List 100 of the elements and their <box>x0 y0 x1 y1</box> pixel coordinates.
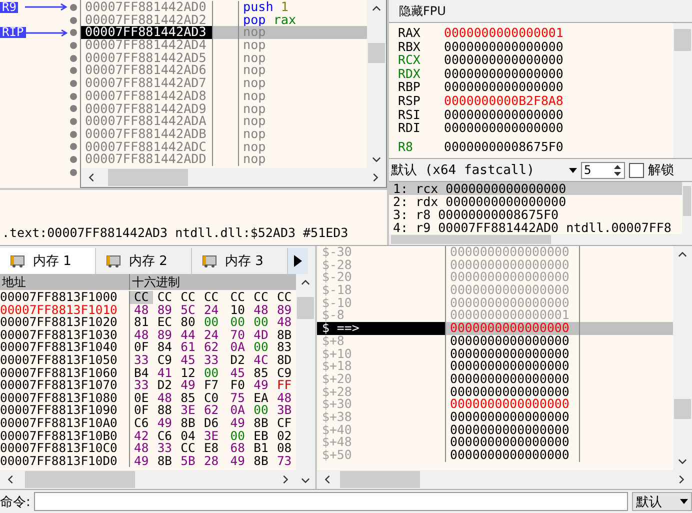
scrollbar-thumb[interactable] <box>297 297 314 319</box>
hex-byte[interactable]: 00 <box>249 341 273 354</box>
scroll-down-icon[interactable] <box>678 457 687 466</box>
hex-byte[interactable]: F7 <box>200 379 223 392</box>
hex-byte[interactable]: 48 <box>130 328 153 342</box>
hex-byte[interactable]: 02 <box>272 430 296 442</box>
hex-byte[interactable]: 49 <box>176 379 200 392</box>
hex-byte[interactable]: CC <box>200 291 223 304</box>
hex-byte[interactable]: 49 <box>153 416 176 430</box>
instruction-row[interactable]: 00007FF881442AD4 nop <box>81 39 367 52</box>
hex-byte[interactable]: 0A <box>226 404 250 417</box>
hex-byte[interactable]: 84 <box>153 341 176 354</box>
hex-byte[interactable]: 10 <box>226 304 250 316</box>
hex-byte[interactable]: B4 <box>130 366 153 380</box>
instruction-row[interactable]: 00007FF881442AD0 push 1 <box>81 1 367 14</box>
hex-byte[interactable]: 12 <box>176 366 200 380</box>
hex-byte[interactable]: 8B <box>272 328 296 342</box>
hex-byte[interactable]: 8B <box>249 454 273 468</box>
hex-byte[interactable]: 83 <box>272 341 296 354</box>
breakpoint-dot[interactable] <box>70 80 77 87</box>
hex-byte[interactable]: CC <box>176 442 200 455</box>
hex-byte[interactable]: 00 <box>226 430 250 442</box>
hex-byte[interactable]: 48 <box>249 304 273 316</box>
horizontal-scrollbar[interactable] <box>81 168 386 187</box>
hex-byte[interactable]: 48 <box>272 392 296 404</box>
hex-byte[interactable]: CC <box>176 291 200 304</box>
command-mode-dropdown[interactable]: 默认 <box>632 492 692 511</box>
hex-byte[interactable]: 89 <box>272 304 296 316</box>
hex-byte[interactable]: 8B <box>249 416 273 430</box>
hex-byte[interactable]: 3E <box>200 430 223 442</box>
command-field[interactable] <box>34 492 628 511</box>
scroll-left-icon[interactable] <box>87 173 96 182</box>
hex-byte[interactable]: 48 <box>153 392 176 404</box>
hex-byte[interactable]: 33 <box>130 379 153 392</box>
scroll-left-icon[interactable] <box>6 475 15 484</box>
instruction-row[interactable]: 00007FF881442AD8 nop <box>81 90 367 102</box>
register-value[interactable]: 0000000000000000 <box>444 80 564 94</box>
breakpoint-dot[interactable] <box>70 54 77 62</box>
register-value[interactable]: 0000000000000001 <box>444 26 564 40</box>
scroll-right-icon[interactable] <box>281 475 290 484</box>
hex-byte[interactable]: 33 <box>200 354 223 367</box>
hex-byte[interactable]: E8 <box>200 442 223 455</box>
hex-byte[interactable]: 45 <box>226 366 250 380</box>
register-value[interactable]: 0000000000000000 <box>444 66 564 80</box>
scroll-left-icon[interactable] <box>323 475 332 484</box>
hex-byte[interactable]: 4D <box>249 328 273 342</box>
horizontal-scrollbar[interactable] <box>389 234 682 245</box>
hex-byte[interactable]: 48 <box>130 442 153 455</box>
hex-byte[interactable]: 0F <box>130 404 153 417</box>
breakpoint-dot[interactable] <box>70 42 77 49</box>
hex-byte[interactable]: CC <box>226 291 250 304</box>
hex-byte[interactable]: 8B <box>153 454 176 468</box>
stack-row[interactable]: $+18 0000000000000000 <box>317 360 673 373</box>
hex-byte[interactable]: 0F <box>130 341 153 354</box>
hex-byte[interactable]: 44 <box>176 328 200 342</box>
hex-byte[interactable]: 24 <box>200 304 223 316</box>
hex-byte[interactable]: 68 <box>226 442 250 455</box>
stack-row[interactable]: $+10 0000000000000000 <box>317 348 673 360</box>
hex-byte[interactable]: FF <box>272 379 296 392</box>
hex-byte[interactable]: 62 <box>200 404 223 417</box>
hex-byte[interactable]: 28 <box>200 454 223 468</box>
vertical-scrollbar[interactable] <box>673 23 692 158</box>
breakpoint-dot[interactable] <box>70 16 77 24</box>
hex-byte[interactable]: CC <box>249 291 273 304</box>
scroll-up-icon[interactable] <box>372 4 381 13</box>
calling-convention-dropdown[interactable]: 默认 (x64 fastcall) <box>391 161 577 179</box>
hex-byte[interactable]: 85 <box>249 366 273 380</box>
hex-byte[interactable]: 88 <box>153 404 176 417</box>
hex-byte[interactable]: 73 <box>272 454 296 468</box>
hex-byte[interactable]: 00 <box>200 316 223 329</box>
register-value[interactable]: 00000000008675F0 <box>444 140 564 154</box>
hex-byte[interactable]: C9 <box>153 354 176 367</box>
hex-byte[interactable]: EB <box>249 430 273 442</box>
hex-byte[interactable]: 24 <box>200 328 223 342</box>
vertical-scrollbar[interactable] <box>682 182 692 245</box>
scrollbar-thumb[interactable] <box>368 43 385 63</box>
hex-byte[interactable]: CC <box>153 291 176 304</box>
hex-byte[interactable]: 0E <box>130 392 153 404</box>
hex-byte[interactable]: 48 <box>272 316 296 329</box>
hex-byte[interactable]: 33 <box>153 442 176 455</box>
tab-scroll-button[interactable] <box>288 248 308 274</box>
hex-byte[interactable]: B1 <box>249 442 273 455</box>
breakpoint-dot[interactable] <box>70 143 77 150</box>
scroll-up-icon[interactable] <box>678 250 687 259</box>
stack-row[interactable]: $+50 0000000000000000 <box>317 449 673 462</box>
column-header[interactable]: 十六进制 <box>130 274 296 290</box>
stack-row[interactable]: $+48 0000000000000000 <box>317 436 673 449</box>
hex-byte[interactable]: 81 <box>130 316 153 329</box>
scroll-down-icon[interactable] <box>372 155 381 164</box>
instruction-row[interactable]: 00007FF881442AD6 nop <box>81 64 367 78</box>
hex-byte[interactable]: F0 <box>226 379 250 392</box>
argument-row[interactable]: 2: rdx 0000000000000000 <box>389 195 682 208</box>
hex-byte[interactable]: 5B <box>176 454 200 468</box>
instruction-row[interactable]: 00007FF881442ADD nop <box>81 153 367 166</box>
scroll-right-icon[interactable] <box>677 475 686 484</box>
scroll-up-icon[interactable] <box>301 278 310 287</box>
breakpoint-dot[interactable] <box>70 156 77 164</box>
breakpoint-dot[interactable] <box>70 67 77 74</box>
lock-checkbox[interactable] <box>629 162 644 178</box>
hex-byte[interactable]: 48 <box>130 304 153 316</box>
